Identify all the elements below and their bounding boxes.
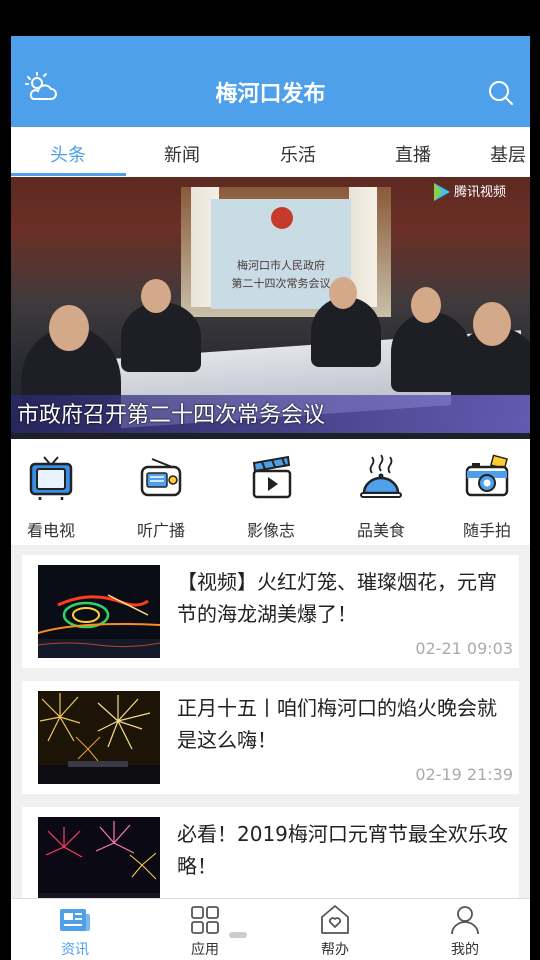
nav-label: 我的 [451,942,479,958]
meeting-attendee-head [329,277,357,309]
news-thumbnail [38,817,160,910]
play-logo-icon [434,183,450,201]
food-cloche-icon [360,454,402,498]
meeting-attendee-head [473,302,511,346]
shortcut-snapshot[interactable]: 随手拍 [447,453,527,541]
shortcut-label: 品美食 [356,521,405,540]
banner-caption: 市政府召开第二十四次常务会议 [17,403,326,428]
camera-icon [465,454,509,497]
tab-headlines[interactable]: 头条 [50,141,86,167]
video-source-logo: 腾讯视频 [430,177,520,205]
nav-news[interactable]: 资讯 [35,903,115,959]
news-headline: 必看！2019梅河口元宵节最全欢乐攻略！ [177,822,508,878]
tab-news[interactable]: 新闻 [164,141,200,167]
category-tabs: 头条 新闻 乐活 直播 基层 [11,127,530,177]
news-headline: 【视频】火红灯笼、璀璨烟花，元宵节的海龙湖美爆了！ [177,570,497,626]
tab-lifestyle[interactable]: 乐活 [280,141,316,167]
news-timestamp: 02-19 21:39 [415,765,513,784]
radio-icon [140,458,182,497]
video-source-logo-text: 腾讯视频 [454,185,507,200]
nav-label: 应用 [191,942,219,958]
screen-text-2: 第二十四次常务会议 [231,277,331,290]
profile-icon [451,906,479,935]
nav-label: 资讯 [61,942,89,958]
news-thumbnail [38,565,160,658]
national-emblem [271,207,293,229]
nav-services[interactable]: 帮办 [295,903,375,959]
nav-profile[interactable]: 我的 [425,903,505,959]
nav-apps[interactable]: 应用 [165,903,245,959]
shortcut-label: 听广播 [136,521,185,540]
news-timestamp: 02-21 09:03 [415,639,513,658]
shortcut-label: 看电视 [26,521,75,540]
meeting-attendee-head [141,279,171,313]
screen-text-1: 梅河口市人民政府 [237,259,325,272]
app-header: 梅河口发布 [11,36,530,127]
meeting-attendee [121,302,201,372]
meeting-attendee-head [49,305,89,351]
festival-fireworks-image [38,817,160,910]
nav-label: 帮办 [321,942,349,958]
page-title: 梅河口发布 [215,82,326,107]
active-tab-indicator [11,173,126,176]
shortcut-food[interactable]: 品美食 [341,453,421,541]
app-screen: 梅河口发布 头条 新闻 乐活 直播 基层 梅河口市人民政府 第二十四次常务会议 [11,36,530,960]
lantern-lake-image [38,565,160,658]
tab-live[interactable]: 直播 [395,141,431,167]
news-icon [60,909,90,931]
help-house-icon [321,905,349,934]
shortcut-watch-tv[interactable]: 看电视 [11,453,91,541]
tv-icon [29,456,73,500]
featured-banner[interactable]: 梅河口市人民政府 第二十四次常务会议 腾讯视频 市政府召开第二十四次常务会议 [11,177,530,439]
home-indicator [229,932,247,938]
news-headline: 正月十五丨咱们梅河口的焰火晚会就是这么嗨！ [177,696,497,752]
shortcut-label: 随手拍 [462,521,511,540]
video-clapper-icon [252,455,292,499]
tab-grassroots[interactable]: 基层 [490,141,526,167]
shortcut-label: 影像志 [246,521,295,540]
fireworks-image [38,691,160,784]
meeting-attendee-head [411,287,441,323]
bottom-navigation: 资讯 应用 帮办 我的 [11,898,530,960]
news-item[interactable]: 正月十五丨咱们梅河口的焰火晚会就是这么嗨！ 02-19 21:39 [22,681,519,794]
news-thumbnail [38,691,160,784]
search-icon[interactable] [488,80,514,106]
shortcut-row: 看电视 听广播 影像志 品美食 随手拍 [11,439,530,545]
shortcut-radio[interactable]: 听广播 [121,453,201,541]
news-item[interactable]: 【视频】火红灯笼、璀璨烟花，元宵节的海龙湖美爆了！ 02-21 09:03 [22,555,519,668]
apps-grid-icon [191,906,219,934]
shortcut-video-journal[interactable]: 影像志 [231,453,311,541]
